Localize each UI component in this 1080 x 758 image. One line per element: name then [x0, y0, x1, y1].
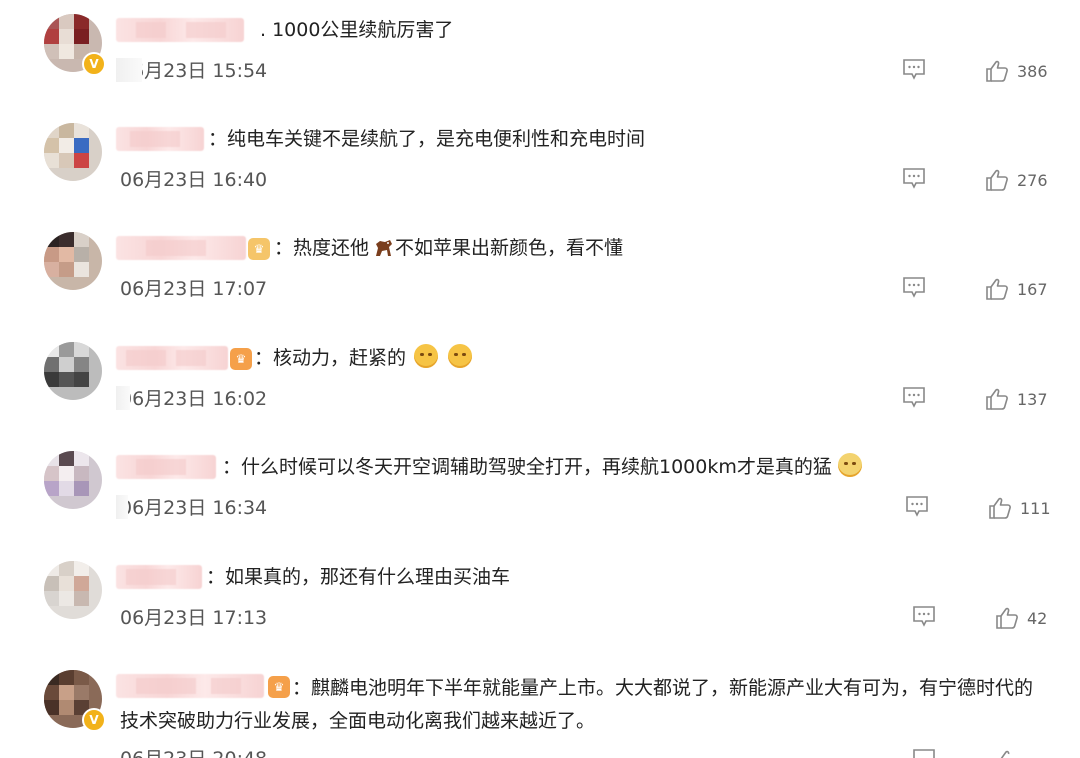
- comment-time: 06月23日 17:07: [120, 278, 268, 300]
- thumbs-up-icon: [1000, 750, 1010, 758]
- time-blur: [116, 495, 128, 519]
- smile-emoji-icon: [448, 344, 473, 368]
- like-button[interactable]: 111: [988, 495, 1051, 521]
- comment-item: ：纯电车关键不是续航了，是充电便利性和充电时间 06月23日 16:40 276: [0, 109, 1080, 218]
- thumbs-up-icon: [986, 388, 1008, 410]
- comment-text: ：纯电车关键不是续航了，是充电便利性和充电时间: [208, 128, 646, 150]
- comment-time: 06月23日 16:02: [120, 388, 268, 410]
- like-button[interactable]: 42: [995, 605, 1047, 631]
- comment-time: 06月23日 15:54: [120, 60, 268, 82]
- username[interactable]: [116, 455, 216, 479]
- fan-badge-icon: ♛: [248, 238, 270, 260]
- comment-item: ♛ ：核动力，赶紧的 06月23日 16:02 137: [0, 328, 1080, 437]
- comment-time: 06月23日 16:40: [120, 169, 268, 191]
- like-button[interactable]: 167: [985, 276, 1048, 302]
- like-button[interactable]: [995, 748, 1027, 758]
- comment-icon[interactable]: [912, 748, 936, 758]
- comment-text: ：如果真的，那还有什么理由买油车: [206, 566, 511, 588]
- comment-icon[interactable]: [902, 386, 926, 408]
- thumbs-up-icon: [986, 278, 1008, 300]
- time-blur: [116, 58, 142, 82]
- comment-icon[interactable]: [902, 167, 926, 189]
- thumbs-up-icon: [989, 497, 1011, 519]
- comment-text-body: ：核动力，赶紧的: [254, 347, 407, 369]
- like-count: 111: [1020, 498, 1051, 518]
- comment-item: V ♛ ：麒麟电池明年下半年就能量产上市。大大都说了，新能源产业大有可为，有宁德…: [0, 656, 1080, 758]
- like-button[interactable]: 137: [985, 386, 1048, 412]
- comment-time: 06月23日 16:34: [120, 497, 268, 519]
- comment-item: ♛ ：热度还他 不如苹果出新颜色，看不懂 06月23日 17:07 167: [0, 218, 1080, 327]
- username[interactable]: [116, 18, 244, 42]
- avatar[interactable]: V: [44, 14, 106, 76]
- comment-text: . 1000公里续航厉害了: [260, 19, 454, 41]
- comment-list: V . 1000公里续航厉害了 06月23日 15:54 386 ：纯电车关键不…: [0, 0, 1080, 758]
- comment-item: ：如果真的，那还有什么理由买油车 06月23日 17:13 42: [0, 547, 1080, 656]
- username[interactable]: [116, 346, 228, 370]
- thumbs-up-icon: [986, 60, 1008, 82]
- comment-time: 06月23日 17:13: [120, 607, 268, 629]
- smile-emoji-icon: [414, 344, 439, 368]
- thumbs-up-icon: [986, 169, 1008, 191]
- like-count: 137: [1017, 389, 1048, 409]
- avatar[interactable]: [44, 342, 102, 400]
- like-count: 386: [1017, 61, 1048, 81]
- comment-icon[interactable]: [902, 58, 926, 80]
- comment-icon[interactable]: [905, 495, 929, 517]
- comment-time: 06月23日 20:48: [120, 744, 267, 758]
- comment-icon[interactable]: [902, 276, 926, 298]
- dog-emoji-icon: [837, 453, 862, 477]
- like-count: 276: [1017, 170, 1048, 190]
- comment-text-part-a: 热度还他: [293, 237, 370, 259]
- comment-text-part-b: 不如苹果出新颜色，看不懂: [395, 237, 624, 259]
- comment-icon[interactable]: [912, 605, 936, 627]
- comment-text-body: ：什么时候可以冬天开空调辅助驾驶全打开，再续航1000km才是真的猛: [222, 456, 832, 478]
- comment-text: ：什么时候可以冬天开空调辅助驾驶全打开，再续航1000km才是真的猛: [222, 453, 862, 481]
- comment-item: ：什么时候可以冬天开空调辅助驾驶全打开，再续航1000km才是真的猛 06月23…: [0, 437, 1080, 546]
- comment-text: ：核动力，赶紧的: [254, 344, 473, 372]
- like-count: 167: [1017, 279, 1048, 299]
- horse-emoji-icon: [373, 238, 395, 258]
- avatar[interactable]: [44, 561, 102, 619]
- time-blur: [116, 386, 130, 410]
- comment-item: V . 1000公里续航厉害了 06月23日 15:54 386: [0, 0, 1080, 109]
- verified-badge-icon: V: [82, 52, 106, 76]
- fan-badge-icon: ♛: [230, 348, 252, 370]
- username[interactable]: [116, 236, 246, 260]
- avatar[interactable]: [44, 123, 102, 181]
- like-button[interactable]: 276: [985, 167, 1048, 193]
- comment-text: ：麒麟电池明年下半年就能量产上市。大大都说了，新能源产业大有可为，有宁德时代的技…: [120, 677, 1034, 732]
- username[interactable]: [116, 127, 204, 151]
- thumbs-up-icon: [996, 607, 1018, 629]
- like-count: 42: [1027, 608, 1048, 628]
- avatar[interactable]: V: [44, 670, 106, 732]
- comment-text: ：热度还他 不如苹果出新颜色，看不懂: [274, 237, 624, 259]
- avatar[interactable]: [44, 232, 102, 290]
- like-button[interactable]: 386: [985, 58, 1048, 84]
- avatar[interactable]: [44, 451, 102, 509]
- verified-badge-icon: V: [82, 708, 106, 732]
- username[interactable]: [116, 565, 202, 589]
